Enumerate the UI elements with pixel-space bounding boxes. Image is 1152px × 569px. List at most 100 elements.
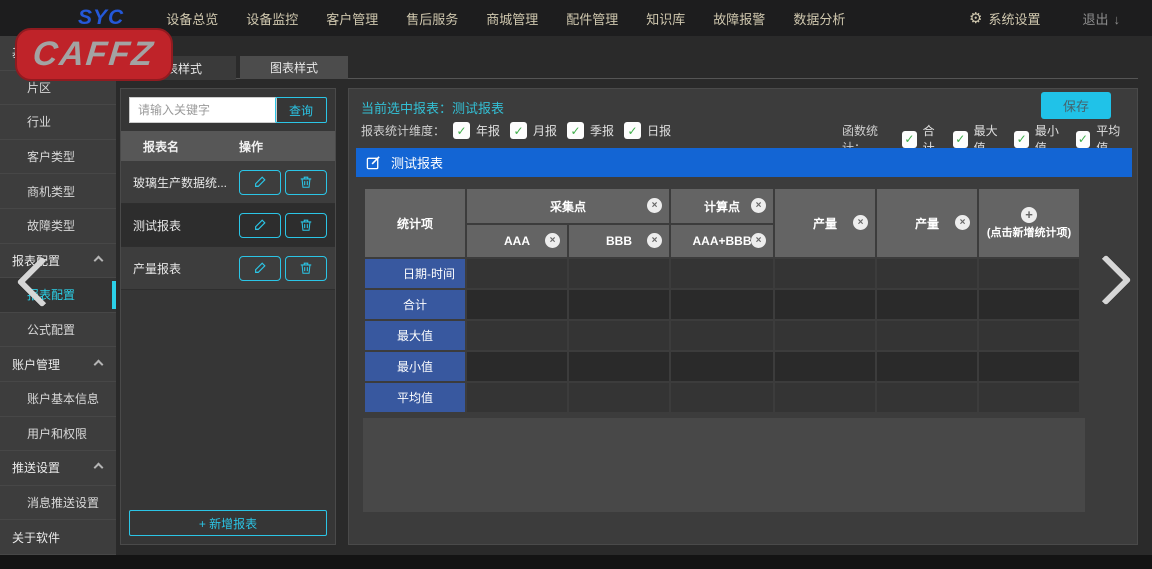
checkbox-daily-label: 日报	[647, 122, 671, 139]
nav-item-device-monitor[interactable]: 设备监控	[232, 9, 312, 28]
column-aaa: AAA ×	[467, 225, 567, 257]
report-row-test-report[interactable]: 测试报表	[121, 204, 335, 247]
sidebar-item-label: 客户类型	[27, 148, 75, 165]
table-cell	[467, 352, 567, 381]
checkbox-daily[interactable]: ✓	[624, 122, 641, 139]
checkbox-monthly-label: 月报	[533, 122, 557, 139]
row-header: 最大值	[365, 321, 465, 350]
table-cell	[979, 290, 1079, 319]
sidebar-item-message-push-settings[interactable]: 消息推送设置	[0, 486, 116, 521]
sidebar-group-account-mgmt[interactable]: 账户管理	[0, 347, 116, 382]
logout-button[interactable]: 退出↓	[1082, 9, 1120, 28]
selected-report-label: 当前选中报表：	[361, 101, 452, 116]
checkbox-sum[interactable]: ✓	[902, 131, 916, 148]
column-bbb: BBB ×	[569, 225, 669, 257]
checkbox-min[interactable]: ✓	[1014, 131, 1029, 148]
table-cell	[877, 259, 977, 288]
table-cell	[671, 290, 773, 319]
nav-item-fault-alarm[interactable]: 故障报警	[699, 9, 779, 28]
checkbox-yearly[interactable]: ✓	[453, 122, 470, 139]
nav-item-data-analysis[interactable]: 数据分析	[779, 9, 859, 28]
table-cell	[569, 321, 669, 350]
column-label: 产量	[813, 217, 837, 231]
current-selected-report: 当前选中报表：测试报表	[361, 98, 504, 117]
sidebar-item-industry[interactable]: 行业	[0, 105, 116, 140]
report-name: 产量报表	[121, 260, 239, 277]
checkbox-max[interactable]: ✓	[953, 131, 968, 148]
report-title-bar: 测试报表	[356, 148, 1132, 177]
checkbox-avg[interactable]: ✓	[1076, 131, 1091, 148]
delete-report-button[interactable]	[285, 213, 327, 238]
search-button[interactable]: 查询	[275, 97, 327, 123]
sidebar-item-users-permissions[interactable]: 用户和权限	[0, 417, 116, 452]
sidebar-item-label: 商机类型	[27, 183, 75, 200]
sidebar-group-push-settings[interactable]: 推送设置	[0, 451, 116, 486]
nav-item-mall-mgmt[interactable]: 商城管理	[472, 9, 552, 28]
report-title: 测试报表	[391, 153, 443, 172]
delete-report-button[interactable]	[285, 170, 327, 195]
save-button[interactable]: 保存	[1041, 92, 1111, 119]
sidebar-item-formula-config[interactable]: 公式配置	[0, 313, 116, 348]
nav-item-knowledge-base[interactable]: 知识库	[632, 9, 699, 28]
report-row-glass-production[interactable]: 玻璃生产数据统...	[121, 161, 335, 204]
sidebar-item-label: 行业	[27, 113, 51, 130]
nav-item-device-overview[interactable]: 设备总览	[152, 9, 232, 28]
report-name: 测试报表	[121, 217, 239, 234]
remove-column-icon[interactable]: ×	[545, 233, 560, 248]
table-cell	[569, 290, 669, 319]
edit-report-button[interactable]	[239, 256, 281, 281]
remove-column-icon[interactable]: ×	[955, 215, 970, 230]
add-statistic-column-button[interactable]: + (点击新增统计项)	[979, 189, 1079, 257]
edit-report-button[interactable]	[239, 170, 281, 195]
sidebar-group-label: 账户管理	[12, 356, 60, 373]
pencil-icon	[253, 261, 267, 275]
checkbox-quarterly[interactable]: ✓	[567, 122, 584, 139]
pencil-icon	[253, 175, 267, 189]
edit-report-button[interactable]	[239, 213, 281, 238]
table-cell	[467, 290, 567, 319]
sidebar-item-opportunity-type[interactable]: 商机类型	[0, 174, 116, 209]
system-settings-button[interactable]: ⚙ 系统设置	[969, 9, 1040, 28]
sidebar-item-account-basic-info[interactable]: 账户基本信息	[0, 382, 116, 417]
search-input[interactable]	[129, 97, 277, 123]
nav-item-after-sales[interactable]: 售后服务	[392, 9, 472, 28]
column-header-actions: 操作	[239, 138, 263, 155]
table-row-sum: 合计	[365, 290, 1079, 319]
sidebar-item-label: 故障类型	[27, 217, 75, 234]
report-row-output-report[interactable]: 产量报表	[121, 247, 335, 290]
edit-title-icon[interactable]	[366, 155, 381, 170]
column-group-collect-point: 采集点 ×	[467, 189, 669, 223]
sidebar-item-fault-type[interactable]: 故障类型	[0, 209, 116, 244]
remove-column-icon[interactable]: ×	[647, 198, 662, 213]
remove-column-icon[interactable]: ×	[853, 215, 868, 230]
table-cell	[467, 321, 567, 350]
table-row-max: 最大值	[365, 321, 1079, 350]
row-header: 平均值	[365, 383, 465, 412]
remove-column-icon[interactable]: ×	[751, 233, 766, 248]
tab-chart-style[interactable]: 图表样式	[240, 56, 348, 79]
column-label: AAA	[504, 234, 530, 248]
table-cell	[979, 259, 1079, 288]
sidebar-group-label: 推送设置	[12, 459, 60, 476]
column-aaa-plus-bbb: AAA+BBB ×	[671, 225, 773, 257]
column-group-label: 计算点	[704, 200, 740, 214]
nav-item-customer-mgmt[interactable]: 客户管理	[312, 9, 392, 28]
delete-report-button[interactable]	[285, 256, 327, 281]
sidebar-item-label: 消息推送设置	[27, 494, 99, 511]
corner-header: 统计项	[365, 189, 465, 257]
checkbox-monthly[interactable]: ✓	[510, 122, 527, 139]
report-dimension-row: 报表统计维度： ✓ 年报 ✓ 月报 ✓ 季报 ✓ 日报	[361, 122, 681, 139]
sidebar-item-about-software[interactable]: 关于软件	[0, 520, 116, 555]
logout-arrow-icon: ↓	[1114, 12, 1121, 27]
column-label: BBB	[606, 234, 632, 248]
add-report-button[interactable]: + 新增报表	[129, 510, 327, 536]
nav-right-section: ⚙ 系统设置 退出↓	[969, 9, 1152, 28]
nav-item-parts-mgmt[interactable]: 配件管理	[552, 9, 632, 28]
watermark-text: CAFFZ	[31, 35, 157, 74]
column-output-2: 产量 ×	[877, 189, 977, 257]
remove-column-icon[interactable]: ×	[647, 233, 662, 248]
table-row-min: 最小值	[365, 352, 1079, 381]
sidebar-item-customer-type[interactable]: 客户类型	[0, 140, 116, 175]
report-structure-table: 统计项 采集点 × 计算点 × 产量 × 产量 × +	[363, 187, 1081, 414]
remove-column-icon[interactable]: ×	[751, 198, 766, 213]
